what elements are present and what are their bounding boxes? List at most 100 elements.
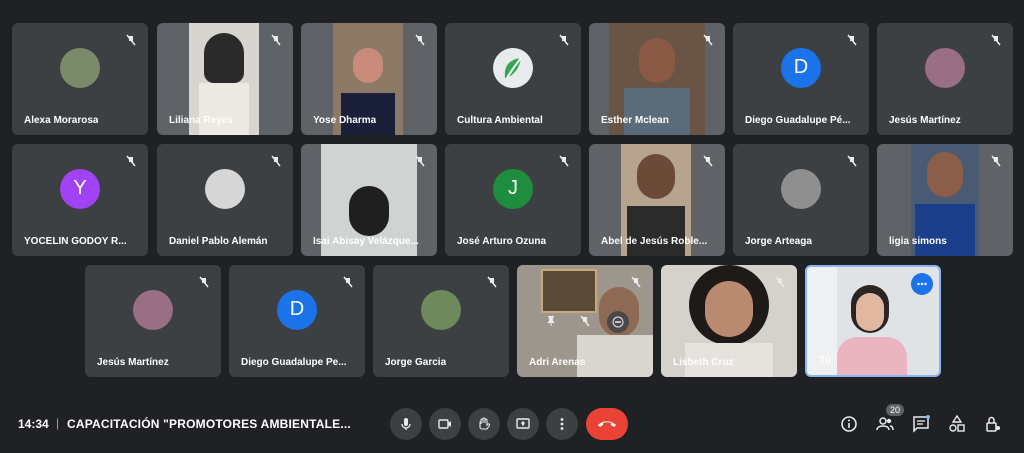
- mic-off-icon: [267, 31, 285, 49]
- meeting-title: CAPACITACIÓN "PROMOTORES AMBIENTALE...: [67, 417, 351, 431]
- participant-tile[interactable]: Jesús Martínez: [85, 265, 221, 377]
- participant-name: Jesús Martínez: [889, 115, 961, 126]
- mic-off-icon: [843, 152, 861, 170]
- mic-off-icon: [555, 152, 573, 170]
- host-controls-button[interactable]: [983, 414, 1003, 434]
- participant-name: Diego Guadalupe Pé...: [745, 115, 851, 126]
- participant-tile[interactable]: Cultura Ambiental: [445, 23, 581, 135]
- more-vert-icon: [560, 418, 564, 430]
- participant-name: Liliana Reyes: [169, 115, 233, 126]
- leaf-logo-icon: [493, 47, 533, 88]
- participant-tile[interactable]: Alexa Morarosa: [12, 23, 148, 135]
- participant-name: Jorge Garcia: [385, 357, 447, 368]
- mic-off-icon: [627, 273, 645, 291]
- participant-tile[interactable]: D Diego Guadalupe Pe...: [229, 265, 365, 377]
- more-options-icon[interactable]: [911, 273, 933, 295]
- info-icon: [841, 416, 857, 432]
- participant-name: Isai Abisay Velázque...: [313, 236, 419, 247]
- camera-icon: [438, 419, 451, 429]
- avatar: [781, 168, 821, 209]
- mic-off-icon: [195, 273, 213, 291]
- participant-tile[interactable]: ligia simons: [877, 144, 1013, 256]
- participant-name: YOCELIN GODOY R...: [24, 236, 127, 247]
- participant-name: Tú: [819, 355, 832, 366]
- participant-tile[interactable]: Yose Dharma: [301, 23, 437, 135]
- people-icon: [876, 417, 894, 431]
- participant-name: Daniel Pablo Alemán: [169, 236, 268, 247]
- participant-tile[interactable]: J José Arturo Ozuna: [445, 144, 581, 256]
- participant-tile[interactable]: Liliana Reyes: [157, 23, 293, 135]
- participant-tile[interactable]: Y YOCELIN GODOY R...: [12, 144, 148, 256]
- participant-name: Esther Mclean: [601, 115, 669, 126]
- participant-name: Adri Arenas: [529, 357, 586, 368]
- mic-off-icon: [987, 31, 1005, 49]
- avatar: D: [277, 289, 317, 330]
- participant-tile[interactable]: Jorge Arteaga: [733, 144, 869, 256]
- participant-tile[interactable]: Isai Abisay Velázque...: [301, 144, 437, 256]
- more-options-button[interactable]: [546, 408, 578, 440]
- hand-icon: [479, 417, 491, 430]
- mic-off-icon: [699, 152, 717, 170]
- mic-off-icon: [843, 31, 861, 49]
- participant-name: Yose Dharma: [313, 115, 377, 126]
- avatar: [133, 289, 173, 330]
- participant-tile[interactable]: Abel de Jesús Roble...: [589, 144, 725, 256]
- present-screen-button[interactable]: [507, 408, 539, 440]
- mic-off-icon: [267, 152, 285, 170]
- avatar: D: [781, 47, 821, 88]
- participant-count-badge: 20: [886, 404, 905, 416]
- participant-name: Jorge Arteaga: [745, 236, 812, 247]
- participant-tile[interactable]: Jorge Garcia: [373, 265, 509, 377]
- mic-off-icon: [555, 31, 573, 49]
- mic-off-icon: [122, 31, 140, 49]
- separator: |: [56, 416, 60, 430]
- mute-participant-icon[interactable]: [575, 311, 595, 331]
- avatar: [925, 47, 965, 88]
- microphone-button[interactable]: [390, 408, 422, 440]
- participant-tile[interactable]: Esther Mclean: [589, 23, 725, 135]
- participant-name: Lisbeth Cruz: [673, 357, 734, 368]
- self-tile[interactable]: Tú: [805, 265, 941, 377]
- participant-tile[interactable]: Lisbeth Cruz: [661, 265, 797, 377]
- avatar: Y: [60, 168, 100, 209]
- shapes-icon: [949, 415, 965, 432]
- mic-off-icon: [122, 152, 140, 170]
- participant-tile[interactable]: Jesús Martínez: [877, 23, 1013, 135]
- avatar: [60, 47, 100, 88]
- mic-off-icon: [699, 31, 717, 49]
- microphone-icon: [401, 418, 411, 430]
- people-button[interactable]: [875, 414, 895, 434]
- avatar: [421, 289, 461, 330]
- participant-tile[interactable]: Daniel Pablo Alemán: [157, 144, 293, 256]
- present-icon: [516, 418, 530, 429]
- participant-name: Abel de Jesús Roble...: [601, 236, 708, 247]
- mic-off-icon: [411, 152, 429, 170]
- avatar: J: [493, 168, 533, 209]
- chat-icon: [913, 415, 930, 433]
- pin-icon[interactable]: [541, 311, 561, 331]
- participant-name: Diego Guadalupe Pe...: [241, 357, 347, 368]
- mic-off-icon: [411, 31, 429, 49]
- camera-button[interactable]: [429, 408, 461, 440]
- participant-tile[interactable]: D Diego Guadalupe Pé...: [733, 23, 869, 135]
- activities-button[interactable]: [947, 414, 967, 434]
- lock-person-icon: [986, 416, 1000, 432]
- participant-name: José Arturo Ozuna: [457, 236, 547, 247]
- avatar: [205, 168, 245, 209]
- phone-hangup-icon: [598, 421, 616, 427]
- participant-name: Jesús Martínez: [97, 357, 169, 368]
- participant-name: Cultura Ambiental: [457, 115, 543, 126]
- participant-name: Alexa Morarosa: [24, 115, 99, 126]
- participant-name: ligia simons: [889, 236, 947, 247]
- remove-participant-icon[interactable]: [607, 311, 629, 333]
- mic-off-icon: [771, 273, 789, 291]
- participant-tile[interactable]: Adri Arenas: [517, 265, 653, 377]
- chat-button[interactable]: [911, 414, 931, 434]
- raise-hand-button[interactable]: [468, 408, 500, 440]
- meeting-details-button[interactable]: [839, 414, 859, 434]
- mic-off-icon: [987, 152, 1005, 170]
- control-bar: 14:34 | CAPACITACIÓN "PROMOTORES AMBIENT…: [0, 400, 1024, 453]
- leave-call-button[interactable]: [586, 408, 628, 440]
- mic-off-icon: [483, 273, 501, 291]
- meeting-clock: 14:34: [18, 417, 49, 431]
